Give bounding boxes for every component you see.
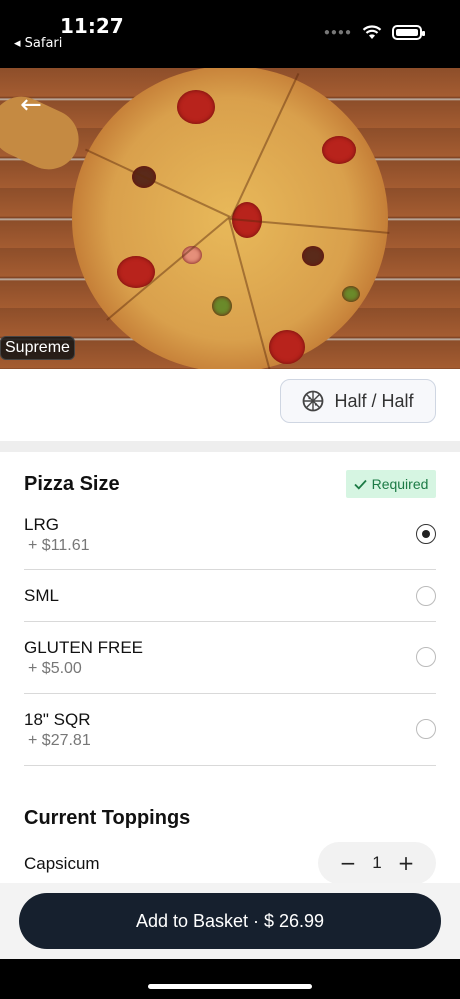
radio-button[interactable] [416, 647, 436, 667]
radio-button-selected[interactable] [416, 524, 436, 544]
size-option-sml[interactable]: SML [24, 570, 436, 622]
size-option-lrg[interactable]: LRG + $11.61 [24, 509, 436, 570]
size-option-price: + $11.61 [28, 537, 90, 554]
size-option-price: + $5.00 [28, 660, 82, 677]
quantity-value: 1 [372, 853, 382, 872]
quantity-stepper: − 1 + [318, 842, 436, 883]
pizza-icon [303, 390, 324, 412]
signal-icon: ●●●● [323, 27, 352, 38]
size-option-gluten-free[interactable]: GLUTEN FREE + $5.00 [24, 622, 436, 694]
section-divider [0, 441, 460, 452]
status-bar: 11:27 ◂ Safari ●●●● [0, 0, 460, 68]
size-option-price: + $27.81 [28, 732, 91, 749]
status-time: 11:27 [60, 14, 124, 38]
check-icon [353, 479, 367, 490]
status-icons: ●●●● [323, 25, 425, 40]
pizza-image: ← Supreme [0, 68, 460, 369]
required-badge: Required [346, 470, 436, 498]
half-half-label: Half / Half [334, 390, 414, 411]
minus-icon[interactable]: − [338, 851, 358, 875]
battery-icon [392, 25, 425, 40]
size-option-18-sqr[interactable]: 18" SQR + $27.81 [24, 694, 436, 766]
plus-icon[interactable]: + [396, 851, 416, 875]
size-option-name: LRG [24, 515, 59, 534]
radio-button[interactable] [416, 586, 436, 606]
home-indicator[interactable] [148, 984, 312, 989]
safari-back-link[interactable]: ◂ Safari [14, 36, 62, 51]
current-toppings-title: Current Toppings [24, 807, 191, 829]
product-options: Half / Half Pizza Size Required LRG + $1… [0, 369, 460, 883]
wooden-board [0, 86, 89, 180]
product-name-tag: Supreme [0, 336, 75, 360]
topping-name: Capsicum [24, 854, 100, 873]
topping-item: Capsicum − 1 + [24, 842, 436, 883]
back-arrow-icon[interactable]: ← [20, 90, 42, 120]
half-half-button[interactable]: Half / Half [280, 379, 436, 423]
radio-button[interactable] [416, 719, 436, 739]
size-option-name: 18" SQR [24, 710, 91, 729]
size-option-name: SML [24, 586, 59, 605]
bottom-action-bar: Add to Basket · $ 26.99 [0, 883, 460, 959]
required-label: Required [371, 476, 429, 492]
pizza-size-title: Pizza Size [24, 473, 120, 495]
home-area [0, 959, 460, 999]
add-to-basket-button[interactable]: Add to Basket · $ 26.99 [19, 893, 441, 949]
wifi-icon [362, 25, 382, 39]
size-option-name: GLUTEN FREE [24, 638, 144, 657]
